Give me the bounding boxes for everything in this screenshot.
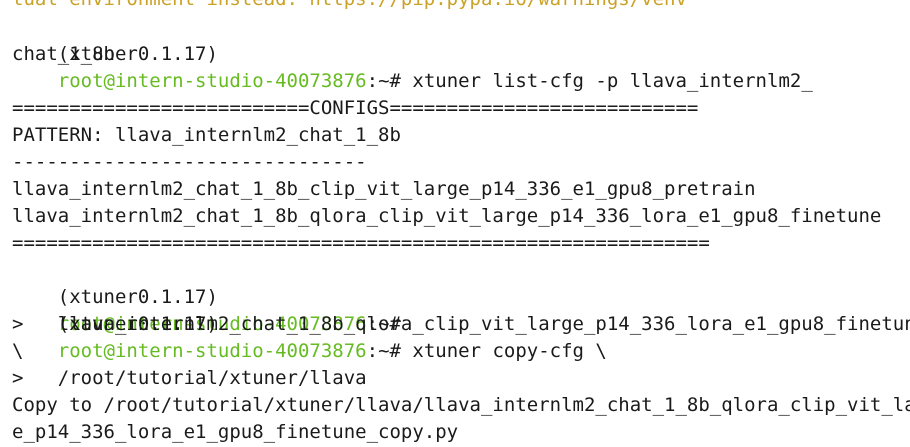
command-wrap: chat_1_8b — [12, 43, 115, 65]
copy-result-wrap: e_p14_336_lora_e1_gpu8_finetune_copy.py — [12, 421, 459, 443]
continuation-wrap: \ — [12, 340, 24, 362]
config-item: llava_internlm2_chat_1_8b_clip_vit_large… — [12, 178, 756, 200]
copy-result-line: Copy to /root/tutorial/xtuner/llava/llav… — [12, 394, 910, 416]
config-item: llava_internlm2_chat_1_8b_qlora_clip_vit… — [12, 205, 882, 227]
command-text: xtuner list-cfg -p llava_internlm2_ — [400, 70, 813, 92]
prompt-user-host: root@intern-studio-40073876 — [57, 70, 367, 92]
prompt-path: :~# — [366, 70, 401, 92]
prompt-user-host: root@intern-studio-40073876 — [57, 340, 367, 362]
prompt-line-2: (xtuner0.1.17) root@intern-studio-400738… — [12, 257, 401, 335]
continuation-line: > /root/tutorial/xtuner/llava — [12, 367, 367, 389]
prompt-path: :~# — [366, 340, 401, 362]
equals-footer: ========================================… — [12, 232, 710, 254]
pip-warning-tail: tual environment instead: https://pip.py… — [12, 0, 687, 13]
prompt-line-1: (xtuner0.1.17) root@intern-studio-400738… — [12, 14, 813, 92]
prompt-line-3: (xtuner0.1.17) root@intern-studio-400738… — [12, 284, 607, 362]
pattern-line: PATTERN: llava_internlm2_chat_1_8b — [12, 124, 401, 146]
continuation-line: > llava_internlm2_chat_1_8b_qlora_clip_v… — [12, 313, 910, 335]
command-text: xtuner copy-cfg \ — [400, 340, 607, 362]
configs-header: ==========================CONFIGS=======… — [12, 97, 699, 119]
terminal-output[interactable]: tual environment instead: https://pip.py… — [12, 0, 910, 447]
dash-separator: ------------------------------- — [12, 151, 367, 173]
